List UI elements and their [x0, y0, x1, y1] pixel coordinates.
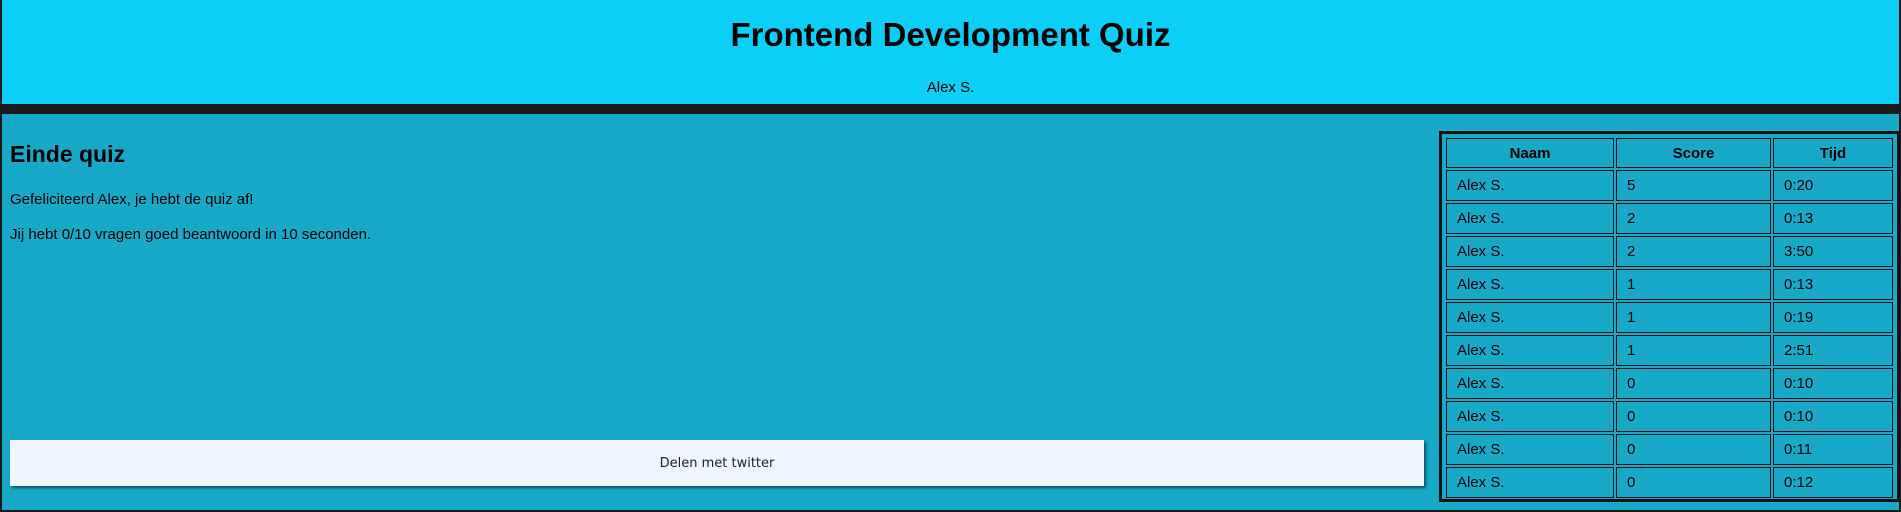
table-row: Alex S. 0 0:12	[1446, 467, 1893, 498]
cell-score: 1	[1616, 302, 1771, 333]
cell-time: 0:19	[1773, 302, 1893, 333]
table-row: Alex S. 1 2:51	[1446, 335, 1893, 366]
cell-time: 0:11	[1773, 434, 1893, 465]
cell-name: Alex S.	[1446, 170, 1614, 201]
cell-name: Alex S.	[1446, 203, 1614, 234]
cell-score: 1	[1616, 335, 1771, 366]
column-header-score: Score	[1616, 138, 1771, 168]
cell-score: 0	[1616, 467, 1771, 498]
result-heading: Einde quiz	[10, 141, 125, 167]
cell-name: Alex S.	[1446, 401, 1614, 432]
quiz-result-panel: Einde quiz Gefeliciteerd Alex, je hebt d…	[2, 124, 1438, 510]
table-row: Alex S. 0 0:10	[1446, 401, 1893, 432]
cell-time: 0:10	[1773, 401, 1893, 432]
cell-time: 0:20	[1773, 170, 1893, 201]
leaderboard: Naam Score Tijd Alex S. 5 0:20 Alex S. 2 0:13…	[1439, 131, 1900, 502]
cell-score: 1	[1616, 269, 1771, 300]
leaderboard-body: Alex S. 5 0:20 Alex S. 2 0:13 Alex S. 2 3:50 Alex…	[1446, 170, 1893, 498]
column-header-naam: Naam	[1446, 138, 1614, 168]
quiz-page: Frontend Development Quiz Alex S. Einde …	[0, 0, 1901, 512]
share-twitter-button[interactable]: Delen met twitter	[10, 440, 1424, 486]
user-name: Alex S.	[926, 79, 975, 96]
cell-name: Alex S.	[1446, 434, 1614, 465]
table-row: Alex S. 2 0:13	[1446, 203, 1893, 234]
cell-name: Alex S.	[1446, 335, 1614, 366]
cell-name: Alex S.	[1446, 269, 1614, 300]
cell-score: 0	[1616, 434, 1771, 465]
cell-score: 5	[1616, 170, 1771, 201]
cell-name: Alex S.	[1446, 467, 1614, 498]
table-row: Alex S. 0 0:11	[1446, 434, 1893, 465]
cell-score: 2	[1616, 236, 1771, 267]
cell-name: Alex S.	[1446, 236, 1614, 267]
cell-score: 2	[1616, 203, 1771, 234]
cell-time: 0:13	[1773, 269, 1893, 300]
cell-time: 2:51	[1773, 335, 1893, 366]
cell-name: Alex S.	[1446, 302, 1614, 333]
cell-score: 0	[1616, 401, 1771, 432]
table-row: Alex S. 1 0:13	[1446, 269, 1893, 300]
cell-time: 3:50	[1773, 236, 1893, 267]
cell-score: 0	[1616, 368, 1771, 399]
cell-time: 0:10	[1773, 368, 1893, 399]
table-row: Alex S. 1 0:19	[1446, 302, 1893, 333]
table-row: Alex S. 5 0:20	[1446, 170, 1893, 201]
page-header: Frontend Development Quiz Alex S.	[2, 0, 1899, 114]
cell-time: 0:13	[1773, 203, 1893, 234]
cell-time: 0:12	[1773, 467, 1893, 498]
leaderboard-table: Naam Score Tijd Alex S. 5 0:20 Alex S. 2 0:13…	[1444, 136, 1895, 500]
table-row: Alex S. 0 0:10	[1446, 368, 1893, 399]
cell-name: Alex S.	[1446, 368, 1614, 399]
page-title: Frontend Development Quiz	[730, 16, 1171, 53]
table-header-row: Naam Score Tijd	[1446, 138, 1893, 168]
result-text: Jij hebt 0/10 vragen goed beantwoord in …	[10, 226, 372, 243]
table-row: Alex S. 2 3:50	[1446, 236, 1893, 267]
congrats-text: Gefeliciteerd Alex, je hebt de quiz af!	[10, 191, 254, 208]
column-header-tijd: Tijd	[1773, 138, 1893, 168]
